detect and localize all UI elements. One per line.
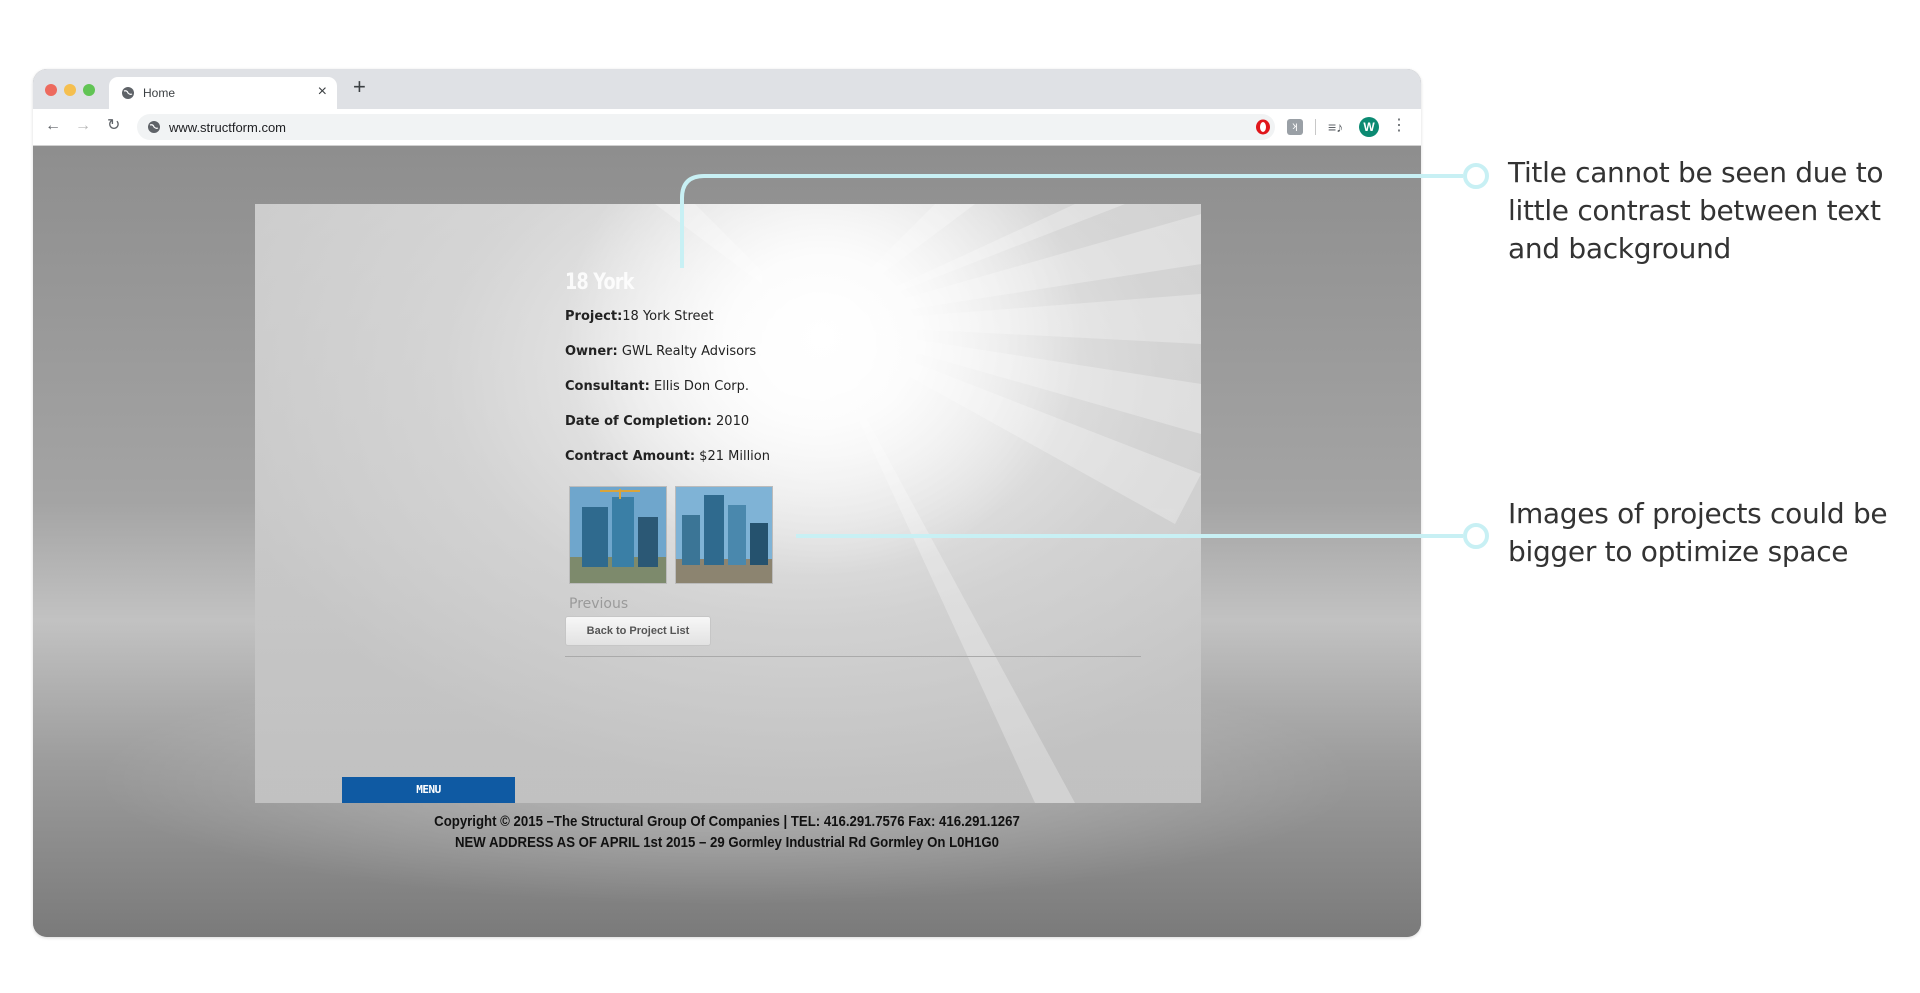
maximize-window-button[interactable]: [83, 84, 95, 96]
annotation-title-contrast: Title cannot be seen due to little contr…: [1508, 156, 1884, 265]
tab-home[interactable]: Home ×: [109, 77, 337, 109]
project-value: 18 York Street: [622, 309, 714, 324]
callout-dot-title: [1463, 163, 1489, 189]
project-image-thumbnail[interactable]: [569, 486, 667, 584]
footer-copyright: Copyright © 2015 –The Structural Group O…: [434, 813, 1020, 830]
owner-value: GWL Realty Advisors: [617, 344, 757, 359]
tab-strip: Home × +: [33, 69, 1421, 109]
building-photo-icon: [570, 487, 666, 583]
close-tab-icon[interactable]: ×: [318, 84, 327, 100]
completion-date-label: Date of Completion:: [565, 414, 712, 429]
project-title: 18 York: [565, 270, 634, 295]
tab-title: Home: [143, 86, 176, 100]
opera-extension-icon[interactable]: [1255, 119, 1271, 135]
consultant-label: Consultant:: [565, 379, 650, 394]
minimize-window-button[interactable]: [64, 84, 76, 96]
media-control-icon[interactable]: ≡♪: [1328, 119, 1344, 135]
browser-window: Home × + ← → ↻ www.structform.com ʞ ≡♪ W…: [33, 69, 1421, 937]
browser-toolbar: ← → ↻ www.structform.com ʞ ≡♪ W ⋮: [33, 109, 1421, 146]
annotation-image-size: Images of projects could be bigger to op…: [1508, 497, 1888, 568]
globe-icon: [122, 87, 134, 99]
toolbar-divider: [1315, 119, 1316, 135]
contract-amount-row: Contract Amount: $21 Million: [565, 449, 770, 464]
owner-row: Owner: GWL Realty Advisors: [565, 344, 756, 359]
callout-dot-images: [1463, 523, 1489, 549]
page-viewport: 18 York Project:18 York Street Owner: GW…: [33, 146, 1421, 937]
new-tab-button[interactable]: +: [353, 76, 366, 98]
project-image-thumbnail[interactable]: [675, 486, 773, 584]
extension-icon[interactable]: ʞ: [1287, 119, 1303, 135]
building-photo-icon: [676, 487, 772, 583]
consultant-row: Consultant: Ellis Don Corp.: [565, 379, 749, 394]
owner-label: Owner:: [565, 344, 618, 359]
footer-address: NEW ADDRESS AS OF APRIL 1st 2015 – 29 Go…: [454, 834, 1000, 851]
profile-avatar[interactable]: W: [1359, 117, 1379, 137]
close-window-button[interactable]: [45, 84, 57, 96]
completion-date-value: 2010: [711, 414, 750, 429]
site-info-icon[interactable]: [147, 120, 161, 134]
project-label: Project:: [565, 309, 623, 324]
project-name-row: Project:18 York Street: [565, 309, 714, 324]
browser-menu-icon[interactable]: ⋮: [1391, 117, 1407, 135]
back-button[interactable]: ←: [45, 118, 61, 134]
contract-amount-value: $21 Million: [695, 449, 770, 464]
back-to-project-list-button[interactable]: Back to Project List: [565, 616, 711, 646]
project-detail-panel: 18 York Project:18 York Street Owner: GW…: [255, 204, 1201, 803]
completion-date-row: Date of Completion: 2010: [565, 414, 749, 429]
url-text: www.structform.com: [169, 120, 287, 135]
reload-button[interactable]: ↻: [107, 118, 120, 134]
contract-amount-label: Contract Amount:: [565, 449, 696, 464]
previous-link[interactable]: Previous: [569, 596, 628, 612]
address-bar[interactable]: www.structform.com: [137, 114, 1275, 140]
consultant-value: Ellis Don Corp.: [649, 379, 750, 394]
menu-button[interactable]: MENU: [342, 777, 515, 803]
content-divider: [565, 656, 1141, 657]
forward-button[interactable]: →: [75, 118, 91, 134]
